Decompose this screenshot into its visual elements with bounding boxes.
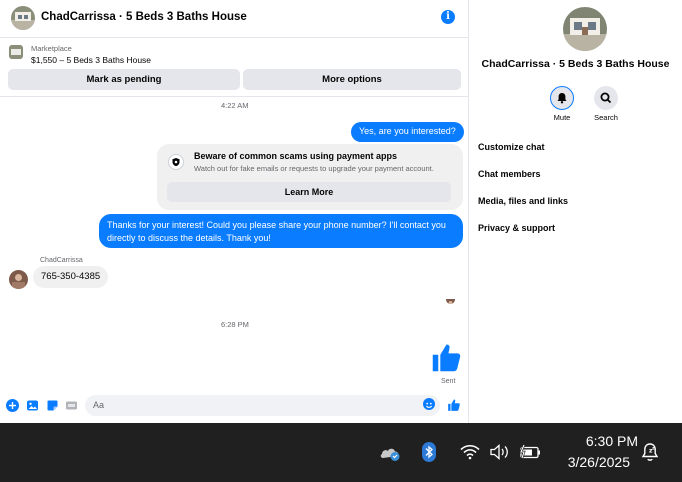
- timestamp: 4:22 AM: [221, 101, 249, 110]
- shield-icon: [168, 154, 184, 170]
- message-bubble-outgoing[interactable]: Thanks for your interest! Could you plea…: [99, 214, 463, 248]
- search-label: Search: [594, 113, 618, 122]
- chat-header: ChadCarrissa · 5 Beds 3 Baths House i: [0, 0, 468, 38]
- notification-bell-icon[interactable]: zz: [640, 442, 660, 469]
- customize-chat-item[interactable]: Customize chat: [478, 142, 545, 152]
- thumbs-up-icon[interactable]: [430, 341, 463, 374]
- learn-more-button[interactable]: Learn More: [167, 182, 451, 202]
- plus-icon[interactable]: [6, 399, 19, 412]
- search-button[interactable]: Search: [586, 86, 626, 122]
- taskbar: 6:30 PM 3/26/2025 zz: [0, 423, 682, 482]
- screen: ChadCarrissa · 5 Beds 3 Baths House i Ma…: [0, 0, 682, 482]
- house-avatar[interactable]: [563, 7, 607, 51]
- sender-avatar[interactable]: [9, 270, 28, 289]
- message-bubble-incoming[interactable]: 765-350-4385: [33, 266, 109, 288]
- mute-label: Mute: [553, 113, 571, 122]
- message-thread[interactable]: 4:22 AM Yes, are you interested? Beware …: [0, 98, 468, 391]
- message-bubble-outgoing[interactable]: Yes, are you interested?: [351, 122, 464, 142]
- message-line: Thanks for your interest! Could you plea…: [107, 220, 446, 230]
- gif-icon[interactable]: [65, 399, 78, 412]
- search-icon: [594, 86, 618, 110]
- composer: Aa: [0, 393, 468, 419]
- message-line: directly to discuss the details. Thank y…: [107, 233, 271, 243]
- battery-icon[interactable]: [518, 444, 542, 465]
- chat-members-item[interactable]: Chat members: [478, 169, 541, 179]
- house-avatar[interactable]: [11, 6, 35, 30]
- more-options-button[interactable]: More options: [243, 69, 461, 90]
- like-button[interactable]: [447, 398, 461, 412]
- chat-pane: ChadCarrissa · 5 Beds 3 Baths House i Ma…: [0, 0, 469, 423]
- conversation-info-panel: ChadCarrissa · 5 Beds 3 Baths House Mute…: [469, 0, 682, 423]
- wifi-icon[interactable]: [460, 444, 480, 465]
- privacy-support-item[interactable]: Privacy & support: [478, 223, 555, 233]
- svg-text:z: z: [652, 447, 655, 452]
- media-files-links-item[interactable]: Media, files and links: [478, 196, 568, 206]
- scam-warning-title: Beware of common scams using payment app…: [194, 151, 398, 161]
- listing-category: Marketplace: [31, 44, 72, 53]
- mark-as-pending-button[interactable]: Mark as pending: [8, 69, 240, 90]
- sender-name: ChadCarrissa: [40, 257, 83, 264]
- scam-warning-card: Beware of common scams using payment app…: [157, 144, 463, 210]
- chat-title[interactable]: ChadCarrissa · 5 Beds 3 Baths House: [41, 11, 247, 23]
- message-input[interactable]: Aa: [85, 395, 440, 416]
- clock-time[interactable]: 6:30 PM: [568, 433, 638, 449]
- onedrive-icon[interactable]: [379, 444, 403, 467]
- sent-status: Sent: [441, 378, 456, 385]
- listing-thumbnail[interactable]: [9, 45, 23, 59]
- timestamp: 6:28 PM: [221, 320, 249, 329]
- photo-icon[interactable]: [26, 399, 39, 412]
- conversation-name: ChadCarrissa · 5 Beds 3 Baths House: [481, 58, 670, 70]
- scam-warning-text: Watch out for fake emails or requests to…: [194, 164, 434, 173]
- bluetooth-icon[interactable]: [421, 442, 437, 467]
- clock-date[interactable]: 3/26/2025: [548, 454, 630, 470]
- volume-icon[interactable]: [489, 444, 511, 465]
- bell-icon: [550, 86, 574, 110]
- listing-title[interactable]: $1,550 – 5 Beds 3 Baths House: [31, 55, 151, 65]
- info-icon[interactable]: i: [441, 10, 455, 24]
- mute-button[interactable]: Mute: [542, 86, 582, 122]
- emoji-icon[interactable]: [423, 398, 435, 410]
- sticker-icon[interactable]: [46, 399, 59, 412]
- read-receipt-avatar: [446, 295, 455, 304]
- marketplace-listing: Marketplace $1,550 – 5 Beds 3 Baths Hous…: [0, 39, 468, 97]
